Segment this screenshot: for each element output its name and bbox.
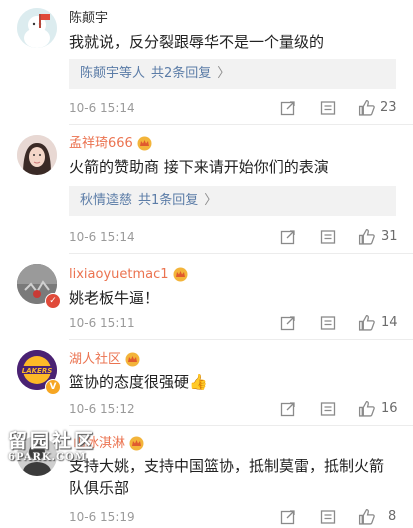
reply-author[interactable]: 秋情逵慈	[80, 193, 132, 208]
reply-count[interactable]: 共2条回复	[151, 66, 211, 81]
chevron-right-icon: 〉	[217, 66, 231, 81]
timestamp: 10-6 15:19	[69, 510, 135, 524]
username[interactable]: 湖人社区	[69, 352, 141, 368]
timestamp: 10-6 15:14	[69, 230, 135, 244]
vip-crown-icon	[137, 136, 152, 151]
timestamp: 10-6 15:14	[69, 101, 135, 115]
comment-icon[interactable]	[320, 401, 336, 417]
reply-summary[interactable]: 陈颠宇等人 共2条回复〉	[69, 59, 396, 89]
reply-summary[interactable]: 秋情逵慈 共1条回复〉	[69, 186, 396, 216]
thumbs-up-icon[interactable]	[358, 508, 375, 525]
vip-crown-icon	[129, 436, 144, 451]
reply-author[interactable]: 陈颠宇等人	[80, 66, 145, 81]
like-count: 8	[388, 509, 397, 524]
username-text[interactable]: 湖人社区	[69, 352, 121, 367]
verified-badge-icon: V	[45, 379, 61, 395]
comment-icon[interactable]	[320, 315, 336, 331]
comment-icon[interactable]	[320, 100, 336, 116]
like-count: 16	[381, 401, 398, 416]
like-count: 14	[381, 315, 398, 330]
like-count: 23	[380, 100, 397, 115]
divider	[69, 425, 413, 426]
share-icon[interactable]	[280, 229, 296, 245]
divider	[69, 124, 413, 125]
divider	[69, 253, 413, 254]
share-icon[interactable]	[280, 401, 296, 417]
reply-count[interactable]: 共1条回复	[138, 193, 198, 208]
thumbs-up-icon[interactable]	[358, 314, 375, 331]
username-text[interactable]: 孟祥琦666	[69, 136, 133, 151]
verified-badge-icon: ✓	[45, 293, 61, 309]
username[interactable]: 孟祥琦666	[69, 136, 153, 152]
comment-text: 支持大姚，支持中国篮协，抵制莫雷，抵制火箭队俱乐部	[69, 457, 385, 497]
share-icon[interactable]	[280, 315, 296, 331]
username-text[interactable]: lixiaoyuetmac1	[69, 267, 169, 282]
comment-text: 火箭的赞助商 接下来请开始你们的表演	[69, 158, 329, 176]
username[interactable]: 陈颠宇	[69, 11, 108, 27]
comment-icon[interactable]	[320, 229, 336, 245]
comment-text: 篮协的态度很强硬👍	[69, 373, 208, 391]
vip-crown-icon	[125, 352, 140, 367]
vip-crown-icon	[173, 267, 188, 282]
avatar[interactable]	[17, 135, 57, 175]
site-watermark: 留园社区 6PARK.COM	[8, 426, 96, 463]
timestamp: 10-6 15:11	[69, 316, 135, 330]
svg-text:LAKERS: LAKERS	[22, 367, 53, 375]
thumbs-up-icon[interactable]	[358, 228, 375, 245]
comment-text: 我就说，反分裂跟辱华不是一个量级的	[69, 33, 325, 51]
share-icon[interactable]	[280, 509, 296, 525]
share-icon[interactable]	[280, 100, 296, 116]
watermark-title: 留园社区	[8, 430, 97, 452]
comment-text: 姚老板牛逼！	[69, 289, 160, 307]
thumbs-up-icon[interactable]	[358, 400, 375, 417]
like-count: 31	[381, 229, 398, 244]
divider	[69, 339, 413, 340]
thumbs-up-icon[interactable]	[358, 99, 375, 116]
chevron-right-icon: 〉	[204, 193, 218, 208]
comment-icon[interactable]	[320, 509, 336, 525]
username[interactable]: lixiaoyuetmac1	[69, 267, 189, 283]
timestamp: 10-6 15:12	[69, 402, 135, 416]
watermark-url: 6PARK.COM	[8, 452, 87, 463]
avatar[interactable]	[17, 8, 57, 48]
